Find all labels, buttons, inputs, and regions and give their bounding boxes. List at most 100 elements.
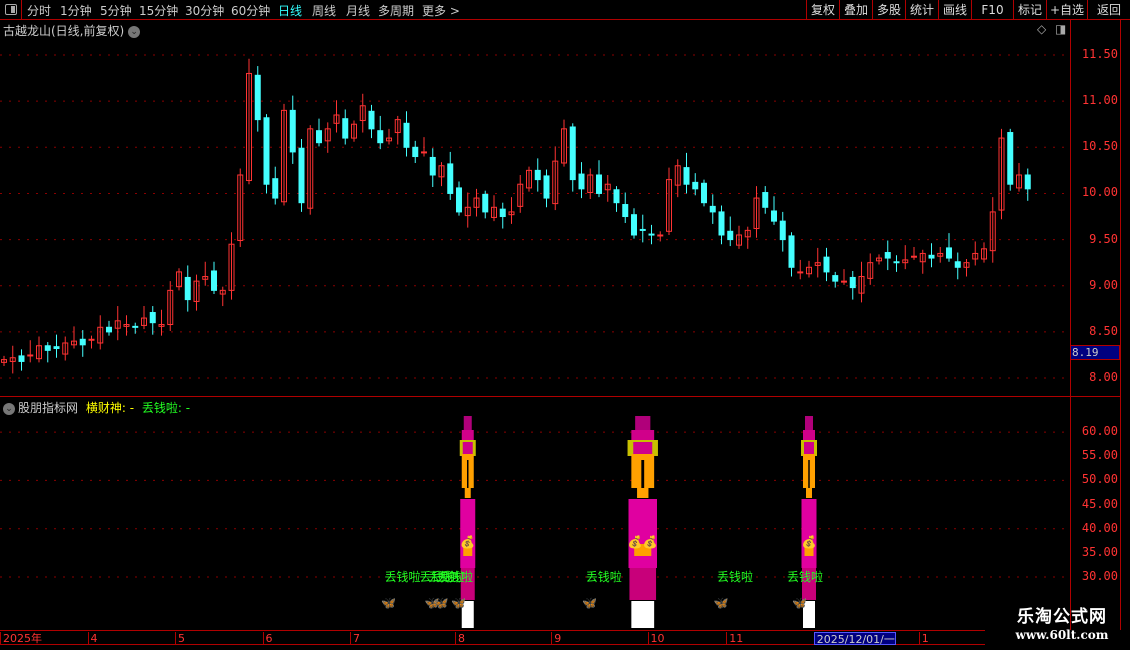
candle-body: [797, 271, 804, 274]
stock-title: 古越龙山(日线,前复权): [3, 24, 125, 38]
period-tab[interactable]: 15分钟: [139, 2, 178, 19]
indicator-tick: 30.00: [1081, 569, 1118, 583]
candle-body: [648, 233, 655, 236]
panel-icon[interactable]: ◨: [1055, 22, 1066, 36]
signal-bar: [461, 430, 474, 440]
candle-body: [429, 156, 436, 176]
candle-body: [788, 235, 795, 268]
candle-body: [631, 214, 637, 236]
signal-bar: [631, 430, 655, 440]
money-bag-icon: 💰: [460, 535, 475, 549]
signal-orange: [637, 488, 649, 498]
period-tab[interactable]: 多周期: [378, 2, 414, 19]
diamond-icon[interactable]: ◇: [1037, 22, 1046, 36]
candle-body: [832, 275, 839, 282]
indicator-value-1: 横财神: -: [85, 401, 135, 415]
toolbar-button-3[interactable]: 统计: [905, 0, 938, 20]
chevron-down-icon[interactable]: ⌄: [3, 402, 15, 415]
toolbar-button-4[interactable]: 画线: [938, 0, 971, 20]
signal-line: [467, 460, 469, 488]
candle-body: [53, 346, 60, 350]
period-tab[interactable]: 60分钟: [231, 2, 270, 19]
candle-body: [377, 130, 384, 144]
signal-label: 丢钱啦: [384, 570, 421, 584]
panel-icon: [5, 4, 17, 15]
period-tab[interactable]: 5分钟: [100, 2, 132, 19]
price-tick: 11.00: [1081, 93, 1118, 108]
candle-body: [482, 193, 489, 213]
toolbar-button-1[interactable]: 叠加: [839, 0, 872, 20]
axis-label: 4: [87, 632, 98, 645]
indicator-tick: 55.00: [1081, 448, 1118, 463]
panel-toggle-button[interactable]: [0, 0, 22, 20]
period-tab[interactable]: 1分钟: [60, 2, 92, 19]
candle-body: [613, 189, 620, 204]
candle-body: [316, 130, 322, 144]
indicator-tick: 40.00: [1081, 520, 1118, 535]
candle-body: [254, 74, 261, 121]
candle-body: [639, 228, 646, 231]
signal-orange: [806, 488, 812, 498]
candle-body: [692, 181, 699, 190]
candle-body: [841, 280, 847, 283]
period-tab[interactable]: 月线: [346, 2, 370, 19]
axis-label: 8: [455, 632, 465, 645]
candle-body: [412, 146, 419, 158]
axis-label: 1: [918, 632, 929, 645]
period-tab[interactable]: 更多 >: [422, 2, 460, 19]
candle-body: [263, 117, 270, 185]
signal-bar: [804, 442, 814, 454]
axis-label: 2025/12/01/一: [813, 632, 896, 646]
candle-body: [342, 118, 349, 139]
period-tab[interactable]: 周线: [312, 2, 336, 19]
chevron-down-icon[interactable]: ⌄: [128, 25, 141, 38]
candle-body: [368, 110, 375, 130]
price-chart[interactable]: [0, 38, 1070, 396]
candle-body: [149, 312, 156, 324]
candle-body: [569, 126, 576, 181]
chart-title: 古越龙山(日线,前复权) ⌄: [3, 22, 141, 39]
axis-label: 2025年: [0, 632, 42, 645]
signal-white: [631, 601, 655, 628]
toolbar-button-0[interactable]: 复权: [806, 0, 839, 20]
candle-body: [657, 234, 664, 237]
candle-body: [911, 255, 917, 258]
watermark-name: 乐淘公式网: [1017, 607, 1107, 627]
toolbar-button-6[interactable]: 标记: [1013, 0, 1046, 20]
candle-body: [289, 109, 296, 153]
period-tab[interactable]: 30分钟: [185, 2, 224, 19]
period-tab[interactable]: 日线: [278, 2, 302, 19]
right-side-panel[interactable]: [1121, 20, 1130, 630]
signal-top: [805, 416, 813, 430]
toolbar-button-8[interactable]: 返回: [1087, 0, 1130, 20]
toolbar-button-2[interactable]: 多股: [872, 0, 905, 20]
butterfly-icon: 🦋: [582, 596, 598, 610]
candle-body: [718, 211, 725, 236]
watermark: 乐淘公式网 www.60lt.com: [997, 607, 1127, 643]
butterfly-icon: 🦋: [381, 596, 396, 610]
signal-label: 丢钱啦: [787, 570, 824, 584]
candle-body: [849, 276, 856, 289]
candle-body: [596, 174, 602, 194]
candle-body: [44, 345, 51, 351]
candle-body: [106, 326, 112, 333]
butterfly-icon: 🦋: [433, 596, 449, 610]
toolbar-button-7[interactable]: +自选: [1046, 0, 1087, 20]
indicator-chart[interactable]: 💰 💰💰 💰 丢钱啦 丢钱啦 丢钱啦 丢钱啦 丢钱啦 丢钱啦 丢钱啦 🦋 🦋 🦋 🦋 🦋 🦋 🦋: [0, 398, 1070, 628]
signal-magenta-dark: [629, 568, 657, 600]
money-bag-icon: 💰💰: [628, 535, 658, 549]
candle-body: [184, 276, 191, 301]
watermark-url: www.60lt.com: [1015, 628, 1109, 642]
toolbar-button-5[interactable]: F10: [971, 0, 1013, 20]
period-tab[interactable]: 分时: [27, 2, 51, 19]
time-axis: 2025年 4 5 6 7 8 9 10 11 2025/12/01/一 1: [0, 630, 985, 646]
price-tick: 11.50: [1081, 47, 1118, 61]
candle-body: [421, 151, 427, 154]
candle-body: [762, 192, 769, 208]
signal-bar: [462, 442, 473, 454]
axis-label: 7: [350, 632, 360, 645]
candle-body: [823, 256, 830, 273]
axis-label: 11: [726, 632, 743, 645]
axis-label: 9: [551, 632, 561, 645]
signal-top: [463, 416, 472, 430]
